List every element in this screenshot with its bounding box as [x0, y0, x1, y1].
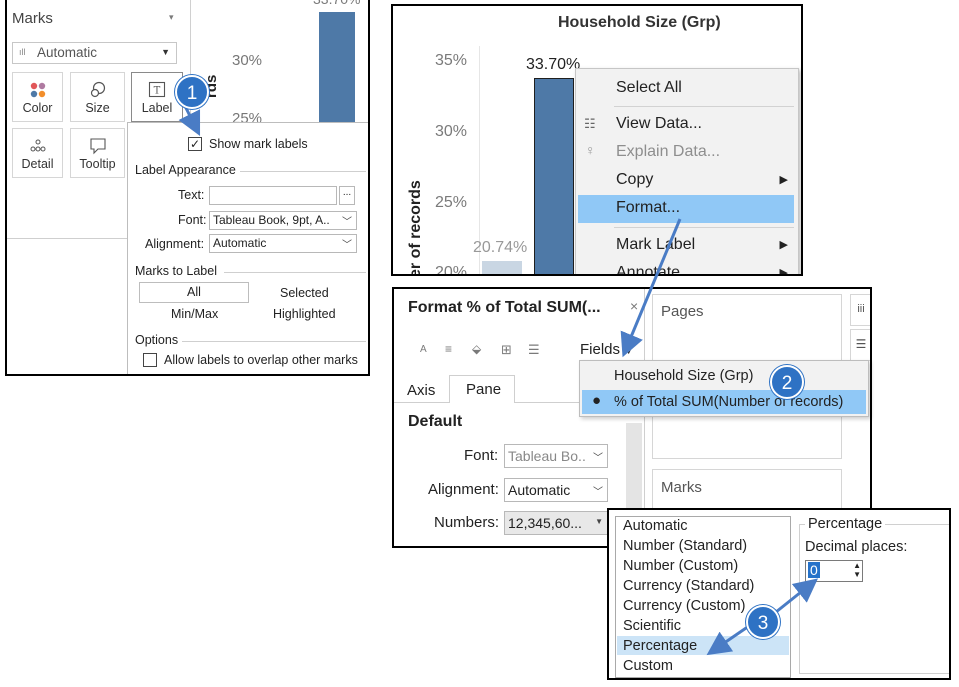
step-arrows: [178, 103, 819, 656]
step-badge-2: 2: [770, 365, 804, 399]
step-3-arrow-left: [706, 624, 750, 656]
step-badge-1: 1: [175, 75, 209, 109]
step-badge-3: 3: [746, 605, 780, 639]
step-3-arrow-right: [775, 578, 819, 614]
format-to-fields-arrow: [620, 218, 682, 358]
